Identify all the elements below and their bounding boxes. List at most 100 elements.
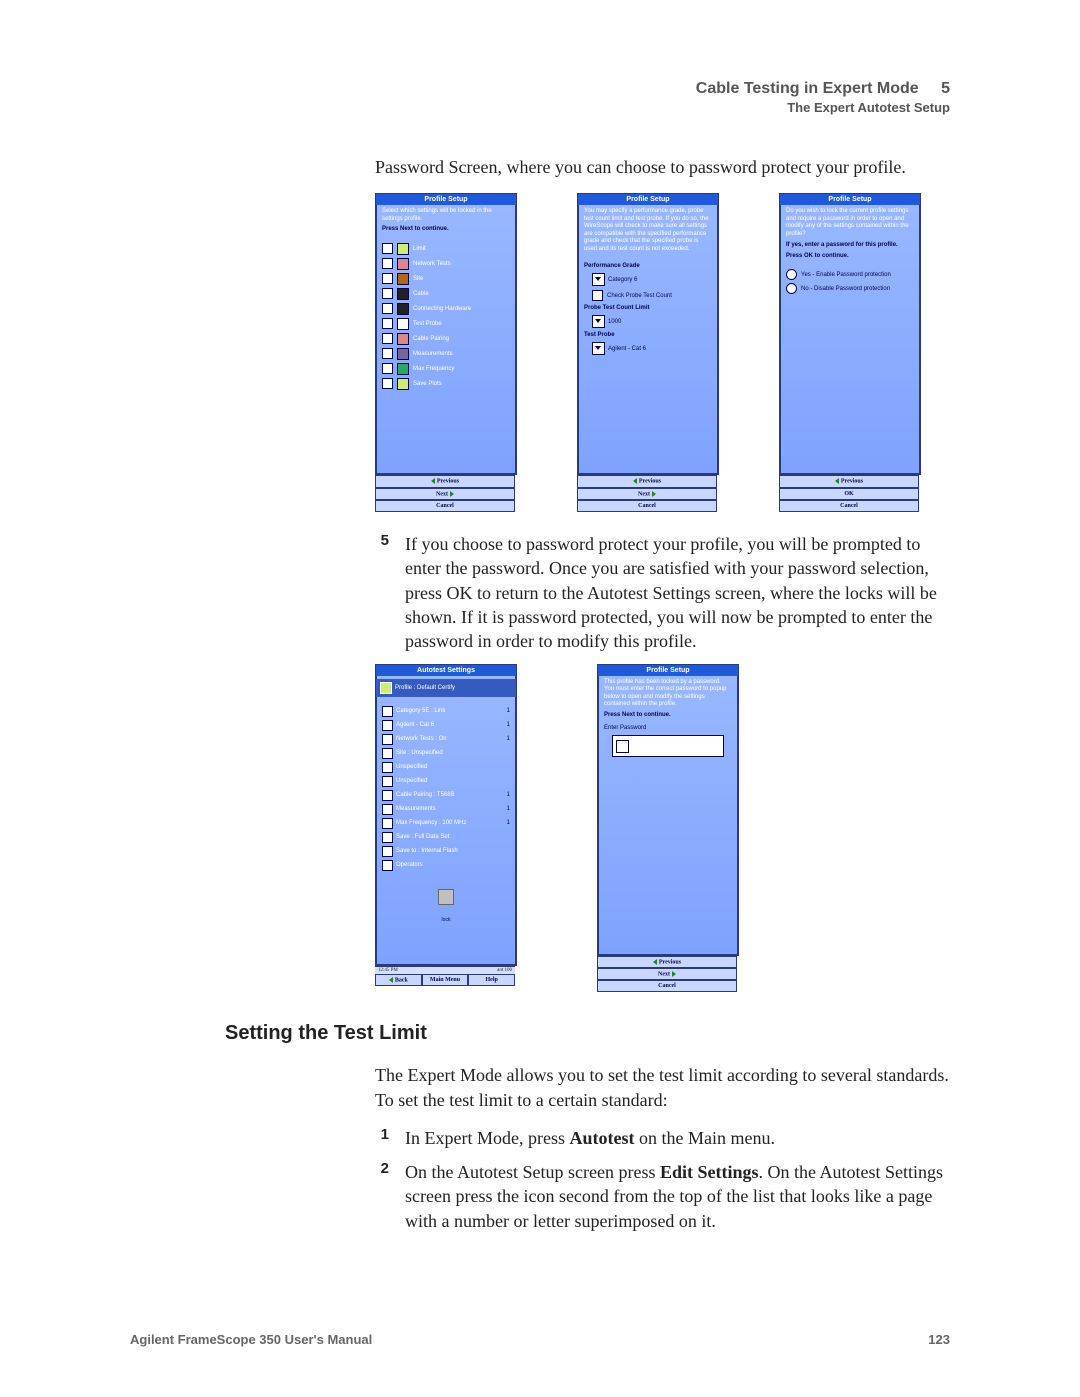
cancel-button[interactable]: Cancel [779, 500, 919, 512]
panel-hint: Select which settings will be locked in … [382, 208, 510, 223]
panel-title: Autotest Settings [376, 665, 516, 676]
radio-icon [786, 269, 797, 280]
measure-icon [397, 348, 409, 360]
previous-button[interactable]: Previous [577, 475, 717, 487]
checkbox-list: Limit Network Tests Site Cable Connectin… [376, 237, 516, 396]
cancel-button[interactable]: Cancel [597, 980, 737, 992]
row-icon [382, 706, 393, 717]
settings-row[interactable]: Unspecified [382, 776, 510, 787]
panel-hint-2: If yes, enter a password for this profil… [786, 242, 914, 250]
settings-row[interactable]: Category 5E : Link 1 [382, 706, 510, 717]
checkbox-icon[interactable] [382, 333, 393, 344]
settings-row[interactable]: Site : Unspecified [382, 748, 510, 759]
settings-row[interactable]: Network Tests : On 1 [382, 734, 510, 745]
next-button[interactable]: Next [375, 488, 515, 500]
section-subtitle: The Expert Autotest Setup [225, 100, 950, 115]
row-label: Site : Unspecified [396, 750, 443, 756]
page-header: Cable Testing in Expert Mode 5 The Exper… [225, 80, 950, 115]
checkbox-icon[interactable] [382, 243, 393, 254]
hardware-icon [397, 303, 409, 315]
page-footer: Agilent FrameScope 350 User's Manual 123 [130, 1332, 950, 1347]
chevron-down-icon [592, 315, 605, 328]
chevron-down-icon [592, 273, 605, 286]
profile-setup-panel-2: Profile Setup You may specify a performa… [577, 193, 719, 512]
panel-hint-2: Press Next to continue. [382, 226, 510, 234]
ok-button[interactable]: OK [779, 488, 919, 500]
settings-row[interactable]: Max Frequency : 100 MHz1 [382, 818, 510, 829]
row-label: Cable Pairing : T568B [396, 792, 455, 798]
cancel-button[interactable]: Cancel [375, 500, 515, 512]
step-5: 5 If you choose to password protect your… [375, 532, 950, 653]
password-field[interactable] [612, 735, 724, 757]
row-icon [382, 832, 393, 843]
row-label: Max Frequency : 100 MHz [396, 820, 466, 826]
previous-button[interactable]: Previous [597, 956, 737, 968]
row-label: Network Tests : On [396, 736, 447, 742]
step-number: 1 [375, 1126, 389, 1150]
row-icon [382, 860, 393, 871]
row-indicator: 1 [507, 708, 510, 714]
row-label: Category 5E : Link [396, 708, 445, 714]
checkbox-icon[interactable] [382, 348, 393, 359]
settings-row[interactable]: Unspecified [382, 762, 510, 773]
profile-icon [380, 682, 392, 694]
row-label: Measurements [396, 806, 436, 812]
panel-hint: Do you wish to lock the current profile … [786, 208, 914, 238]
panel-title: Profile Setup [780, 194, 920, 205]
freq-icon [397, 363, 409, 375]
radio-yes[interactable]: Yes - Enable Password protection [786, 269, 914, 280]
checkbox-icon[interactable] [382, 318, 393, 329]
row-indicator: 1 [507, 736, 510, 742]
row-indicator: 1 [507, 722, 510, 728]
help-button[interactable]: Help [468, 974, 515, 986]
chevron-down-icon [592, 342, 605, 355]
probe-icon [397, 318, 409, 330]
settings-row[interactable]: Cable Pairing : T568B1 [382, 790, 510, 801]
settings-row[interactable]: Save : Full Data Set [382, 832, 510, 843]
settings-row[interactable]: Measurements1 [382, 804, 510, 815]
settings-row[interactable]: Operators [382, 860, 510, 871]
footer-left: Agilent FrameScope 350 User's Manual [130, 1332, 372, 1347]
checkbox-icon [592, 290, 603, 301]
next-button[interactable]: Next [577, 488, 717, 500]
previous-button[interactable]: Previous [779, 475, 919, 487]
radio-icon [786, 283, 797, 294]
profile-header[interactable]: Profile : Default Certify [376, 679, 516, 697]
step-number: 2 [375, 1160, 389, 1233]
check-probe-count[interactable]: Check Probe Test Count [592, 290, 712, 301]
step-number: 5 [375, 532, 389, 653]
main-menu-button[interactable]: Main Menu [422, 974, 469, 986]
row-icon [382, 818, 393, 829]
cancel-button[interactable]: Cancel [577, 500, 717, 512]
panel-hint: You may specify a performance grade, pro… [578, 205, 718, 256]
next-button[interactable]: Next [597, 968, 737, 980]
row-label: Unspecified [396, 778, 427, 784]
section-label: Probe Test Count Limit [584, 305, 712, 311]
network-icon [397, 258, 409, 270]
autotest-settings-panel: Autotest Settings Profile : Default Cert… [375, 664, 517, 993]
settings-row[interactable]: Agilent - Cat 61 [382, 720, 510, 731]
checkbox-icon[interactable] [382, 258, 393, 269]
status-bar: 12:45 PM ant 100 [375, 966, 515, 974]
row-icon [382, 720, 393, 731]
screenshot-row-2: Autotest Settings Profile : Default Cert… [375, 664, 950, 993]
panel-title: Profile Setup [376, 194, 516, 205]
count-dropdown[interactable]: 1000 [592, 315, 712, 328]
settings-row[interactable]: Save to : Internal Flash [382, 846, 510, 857]
probe-dropdown[interactable]: Agilent - Cat 6 [592, 342, 712, 355]
checkbox-icon[interactable] [382, 273, 393, 284]
chapter-number: 5 [941, 80, 950, 97]
checkbox-icon[interactable] [382, 378, 393, 389]
back-button[interactable]: Back [375, 974, 422, 986]
page: Cable Testing in Expert Mode 5 The Exper… [0, 0, 1080, 1397]
grade-dropdown[interactable]: Category 6 [592, 273, 712, 286]
profile-setup-panel-1: Profile Setup Select which settings will… [375, 193, 517, 512]
panel-title: Profile Setup [578, 194, 718, 205]
checkbox-icon[interactable] [382, 288, 393, 299]
section-heading: Setting the Test Limit [225, 1022, 950, 1045]
previous-button[interactable]: Previous [375, 475, 515, 487]
checkbox-icon[interactable] [382, 303, 393, 314]
checkbox-icon[interactable] [382, 363, 393, 374]
radio-no[interactable]: No - Disable Password protection [786, 283, 914, 294]
lock-icon [438, 889, 454, 905]
